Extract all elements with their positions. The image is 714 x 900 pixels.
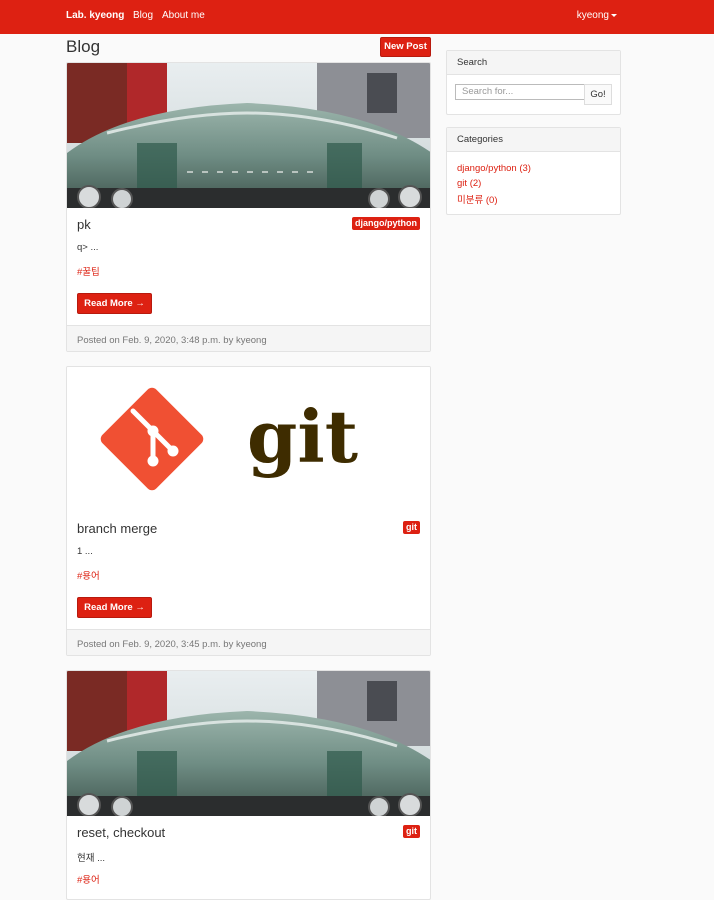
post-excerpt: q> ... (77, 242, 99, 253)
search-input[interactable]: Search for... (455, 84, 586, 100)
page-title: Blog (66, 37, 101, 56)
categories-widget: Categories django/python (3) git (2) 미분류… (446, 127, 621, 215)
category-name: django/python (457, 163, 517, 174)
category-badge[interactable]: git (403, 521, 420, 534)
post-image-git-logo[interactable]: git (67, 367, 430, 512)
post-excerpt: 현재 ... (77, 853, 106, 864)
git-logo-text: git (247, 394, 358, 479)
nav-link-about[interactable]: About me (162, 10, 205, 21)
post-footer: Posted on Feb. 9, 2020, 3:48 p.m. by kye… (67, 325, 430, 351)
categories-widget-header: Categories (447, 128, 620, 152)
category-badge[interactable]: git (403, 825, 420, 838)
caret-down-icon (611, 13, 617, 17)
post-image-car[interactable] (67, 63, 430, 208)
category-count: (2) (469, 178, 482, 189)
post-card: reset, checkout git 현재 ... #용어 (66, 670, 431, 900)
category-badge[interactable]: django/python (352, 217, 420, 230)
nav-link-blog[interactable]: Blog (133, 10, 153, 21)
post-tag[interactable]: #꿀팁 (77, 264, 100, 278)
post-tag[interactable]: #용어 (77, 568, 100, 582)
brand-link[interactable]: Lab. kyeong (66, 10, 124, 21)
category-link-django-python[interactable]: django/python (3) (457, 163, 531, 174)
category-name: git (457, 178, 468, 189)
new-post-button[interactable]: New Post (380, 37, 431, 57)
search-widget: Search Search for... Go! (446, 50, 621, 115)
category-count: (0) (485, 195, 498, 206)
read-more-button[interactable]: Read More → (77, 597, 152, 618)
navbar: Lab. kyeong Blog About me kyeong (0, 0, 714, 34)
search-widget-header: Search (447, 51, 620, 75)
post-footer: Posted on Feb. 9, 2020, 3:45 p.m. by kye… (67, 629, 430, 655)
post-title[interactable]: reset, checkout (77, 825, 165, 840)
user-dropdown[interactable]: kyeong (577, 10, 617, 21)
post-image-car[interactable] (67, 671, 430, 816)
read-more-button[interactable]: Read More → (77, 293, 152, 314)
search-go-button[interactable]: Go! (584, 84, 612, 105)
category-count: (3) (519, 163, 531, 174)
category-link-git[interactable]: git (2) (457, 178, 481, 189)
post-excerpt: 1 ... (77, 546, 93, 557)
category-name: 미분류 (457, 195, 484, 206)
post-title[interactable]: pk (77, 217, 91, 232)
post-tag[interactable]: #용어 (77, 872, 100, 886)
user-name: kyeong (576, 10, 609, 21)
post-card: git branch merge git 1 ... #용어 Read More… (66, 366, 431, 656)
post-title[interactable]: branch merge (77, 521, 157, 536)
post-card: pk django/python q> ... #꿀팁 Read More → … (66, 62, 431, 352)
category-link-uncategorized[interactable]: 미분류 (0) (457, 192, 498, 206)
